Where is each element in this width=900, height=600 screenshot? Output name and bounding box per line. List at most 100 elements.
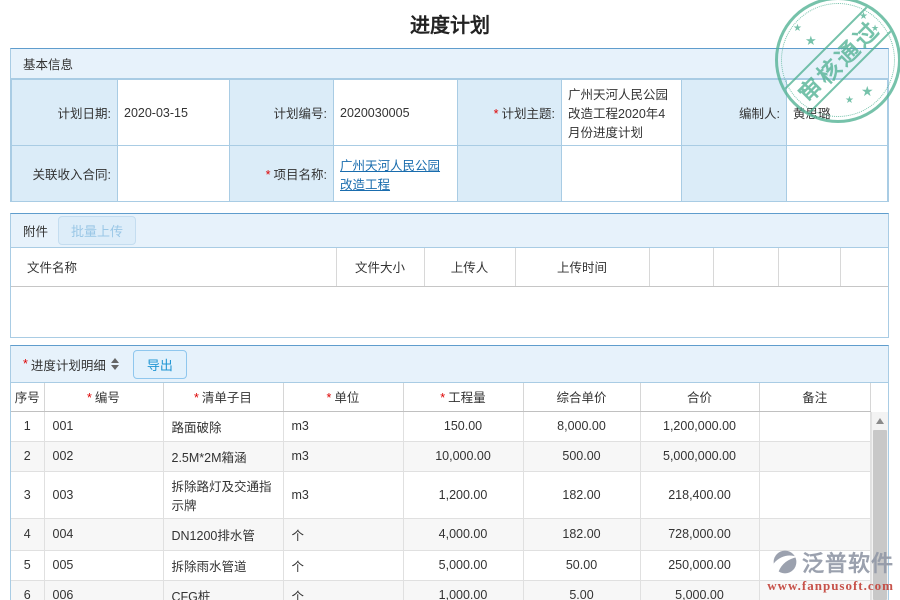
cell-unit: 个 (283, 580, 403, 600)
cell-total: 5,000,000.00 (640, 441, 759, 471)
col-empty (649, 248, 713, 286)
required-asterisk: * (194, 391, 199, 405)
cell-item: 路面破除 (163, 411, 283, 441)
scroll-up-button[interactable] (872, 412, 888, 429)
attachments-table: 文件名称 文件大小 上传人 上传时间 (11, 248, 888, 287)
cell-qty: 5,000.00 (403, 550, 523, 580)
col-unit: *单位 (283, 383, 403, 411)
batch-upload-button[interactable]: 批量上传 (58, 216, 136, 245)
cell-qty: 1,200.00 (403, 471, 523, 518)
empty-label-cell (458, 146, 562, 202)
vertical-scrollbar[interactable] (871, 412, 888, 600)
related-contract-label: 关联收入合同: (12, 146, 118, 202)
cell-seq: 5 (11, 550, 44, 580)
scrollbar-thumb[interactable] (873, 430, 887, 600)
cell-price: 182.00 (523, 471, 640, 518)
cell-qty: 1,000.00 (403, 580, 523, 600)
plan-date-value: 2020-03-15 (118, 80, 230, 146)
cell-item: 2.5M*2M箱涵 (163, 441, 283, 471)
col-price: 综合单价 (523, 383, 640, 411)
col-file-size: 文件大小 (336, 248, 424, 286)
basic-info-section: 基本信息 计划日期: 2020-03-15 计划编号: 2020030005 *… (10, 48, 889, 202)
cell-total: 218,400.00 (640, 471, 759, 518)
cell-total: 250,000.00 (640, 550, 759, 580)
table-row: 4 004 DN1200排水管 个 4,000.00 182.00 728,00… (11, 518, 871, 550)
detail-section: * 进度计划明细 导出 序号 *编号 *清单子目 *单位 *工程量 综合单价 合… (10, 345, 889, 600)
plan-no-label: 计划编号: (230, 80, 334, 146)
cell-item: 拆除路灯及交通指示牌 (163, 471, 283, 518)
cell-code: 003 (44, 471, 163, 518)
export-button[interactable]: 导出 (133, 350, 187, 379)
cell-total: 1,200,000.00 (640, 411, 759, 441)
cell-item: DN1200排水管 (163, 518, 283, 550)
plan-date-label: 计划日期: (12, 80, 118, 146)
cell-note (759, 441, 871, 471)
cell-price: 500.00 (523, 441, 640, 471)
col-code: *编号 (44, 383, 163, 411)
required-asterisk: * (494, 107, 499, 121)
table-row: 6 006 CFG桩 个 1,000.00 5.00 5,000.00 (11, 580, 871, 600)
table-row: 3 003 拆除路灯及交通指示牌 m3 1,200.00 182.00 218,… (11, 471, 871, 518)
creator-label: 编制人: (682, 80, 787, 146)
cell-item: 拆除雨水管道 (163, 550, 283, 580)
required-asterisk: * (23, 357, 28, 371)
col-empty (778, 248, 840, 286)
detail-title: 进度计划明细 (31, 355, 106, 374)
col-empty (840, 248, 888, 286)
arrow-up-icon (876, 418, 884, 424)
empty-label-cell (682, 146, 787, 202)
col-note: 备注 (759, 383, 871, 411)
project-name-link[interactable]: 广州天河人民公园改造工程 (340, 159, 440, 192)
empty-value-cell (787, 146, 888, 202)
cell-code: 006 (44, 580, 163, 600)
detail-table: 序号 *编号 *清单子目 *单位 *工程量 综合单价 合价 备注 1 001 路… (11, 383, 871, 600)
empty-value-cell (562, 146, 682, 202)
col-uploader: 上传人 (424, 248, 515, 286)
basic-info-form: 计划日期: 2020-03-15 计划编号: 2020030005 *计划主题:… (11, 79, 888, 202)
creator-value: 黄思璐 (787, 80, 888, 146)
table-row: 5 005 拆除雨水管道 个 5,000.00 50.00 250,000.00 (11, 550, 871, 580)
cell-note (759, 471, 871, 518)
project-name-value: 广州天河人民公园改造工程 (334, 146, 458, 202)
page-title: 进度计划 (0, 9, 900, 38)
table-row: 2 002 2.5M*2M箱涵 m3 10,000.00 500.00 5,00… (11, 441, 871, 471)
col-seq: 序号 (11, 383, 44, 411)
cell-code: 004 (44, 518, 163, 550)
cell-note (759, 518, 871, 550)
attachments-section: 附件 批量上传 文件名称 文件大小 上传人 上传时间 (10, 213, 889, 338)
cell-qty: 4,000.00 (403, 518, 523, 550)
cell-unit: m3 (283, 441, 403, 471)
plan-subject-label: *计划主题: (458, 80, 562, 146)
cell-unit: 个 (283, 518, 403, 550)
cell-seq: 6 (11, 580, 44, 600)
cell-note (759, 580, 871, 600)
cell-price: 182.00 (523, 518, 640, 550)
col-total: 合价 (640, 383, 759, 411)
cell-qty: 10,000.00 (403, 441, 523, 471)
cell-note (759, 550, 871, 580)
cell-price: 50.00 (523, 550, 640, 580)
cell-price: 5.00 (523, 580, 640, 600)
plan-subject-value: 广州天河人民公园改造工程2020年4月份进度计划 (562, 80, 682, 146)
col-empty (713, 248, 778, 286)
cell-total: 5,000.00 (640, 580, 759, 600)
cell-seq: 1 (11, 411, 44, 441)
plan-no-value: 2020030005 (334, 80, 458, 146)
required-asterisk: * (87, 391, 92, 405)
sort-icon[interactable] (111, 358, 119, 370)
cell-unit: m3 (283, 411, 403, 441)
related-contract-value (118, 146, 230, 202)
col-upload-time: 上传时间 (515, 248, 649, 286)
required-asterisk: * (440, 391, 445, 405)
cell-seq: 2 (11, 441, 44, 471)
cell-price: 8,000.00 (523, 411, 640, 441)
cell-qty: 150.00 (403, 411, 523, 441)
cell-seq: 4 (11, 518, 44, 550)
cell-code: 005 (44, 550, 163, 580)
required-asterisk: * (327, 391, 332, 405)
table-row: 1 001 路面破除 m3 150.00 8,000.00 1,200,000.… (11, 411, 871, 441)
cell-total: 728,000.00 (640, 518, 759, 550)
cell-unit: m3 (283, 471, 403, 518)
cell-unit: 个 (283, 550, 403, 580)
cell-item: CFG桩 (163, 580, 283, 600)
